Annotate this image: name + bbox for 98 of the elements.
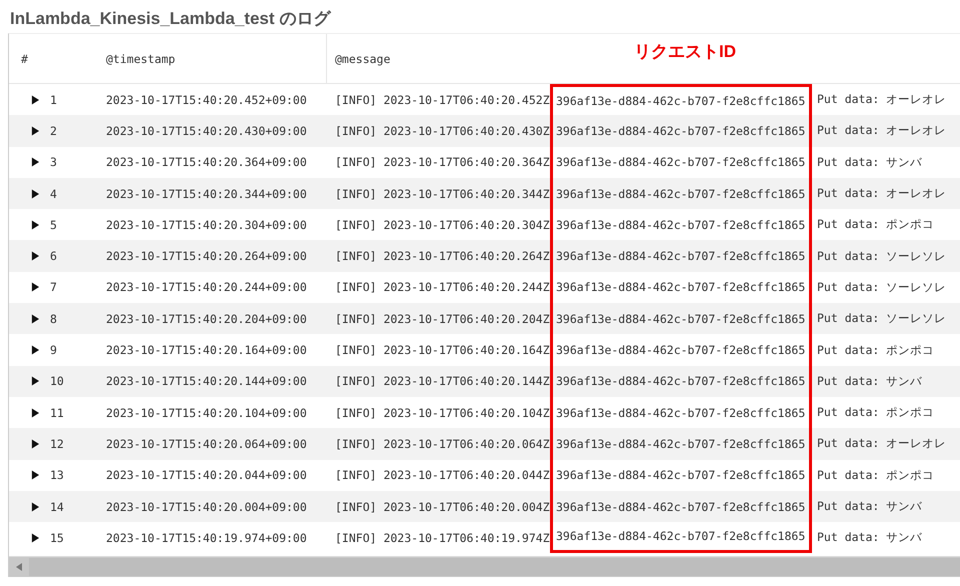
expand-toggle-icon[interactable] <box>31 470 40 480</box>
highlight-label: リクエストID <box>634 41 736 63</box>
expand-toggle-icon[interactable] <box>31 376 40 386</box>
request-id-cell: 396af13e-d884-462c-b707-f2e8cffc1865 <box>556 186 806 201</box>
expand-toggle-icon[interactable] <box>31 94 40 105</box>
timestamp-cell: 2023-10-17T15:40:20.144+09:00 <box>106 374 307 388</box>
column-header: # <box>21 52 28 66</box>
message-prefix: [INFO] 2023-10-17T06:40:20.244Z <box>335 280 550 294</box>
message-data: Put data: ポンポコ <box>817 468 934 482</box>
message-data: Put data: ソーレソレ <box>817 311 946 326</box>
row-number: 10 <box>50 374 64 388</box>
request-id-cell: 396af13e-d884-462c-b707-f2e8cffc1865 <box>556 249 806 264</box>
column-header: @message <box>335 52 390 66</box>
message-data: Put data: ソーレソレ <box>817 280 946 294</box>
request-id-cell: 396af13e-d884-462c-b707-f2e8cffc1865 <box>556 374 806 388</box>
expand-toggle-icon[interactable] <box>31 188 40 199</box>
message-prefix: [INFO] 2023-10-17T06:40:20.204Z <box>335 312 550 326</box>
page-title: InLambda_Kinesis_Lambda_test のログ <box>9 8 332 30</box>
expand-toggle-icon[interactable] <box>31 438 40 449</box>
message-prefix: [INFO] 2023-10-17T06:40:20.164Z <box>335 343 550 358</box>
timestamp-cell: 2023-10-17T15:40:20.264+09:00 <box>106 249 307 264</box>
request-id-cell: 396af13e-d884-462c-b707-f2e8cffc1865 <box>556 343 806 358</box>
expand-toggle-icon[interactable] <box>31 126 40 136</box>
message-data: Put data: オーレオレ <box>817 186 946 200</box>
request-id-cell: 396af13e-d884-462c-b707-f2e8cffc1865 <box>556 468 806 482</box>
message-data: Put data: ソーレソレ <box>817 248 946 263</box>
expand-toggle-icon[interactable] <box>31 157 40 168</box>
expand-toggle-icon[interactable] <box>31 251 40 262</box>
timestamp-cell: 2023-10-17T15:40:20.430+09:00 <box>106 124 307 138</box>
row-number: 7 <box>50 280 57 294</box>
timestamp-cell: 2023-10-17T15:40:20.004+09:00 <box>106 500 307 514</box>
message-prefix: [INFO] 2023-10-17T06:40:20.104Z <box>335 406 550 420</box>
row-number: 2 <box>50 124 57 138</box>
message-data: Put data: サンバ <box>817 154 922 169</box>
timestamp-cell: 2023-10-17T15:40:19.974+09:00 <box>106 530 307 545</box>
timestamp-cell: 2023-10-17T15:40:20.044+09:00 <box>106 468 307 482</box>
row-number: 4 <box>50 186 57 201</box>
message-prefix: [INFO] 2023-10-17T06:40:20.004Z <box>335 500 550 514</box>
timestamp-cell: 2023-10-17T15:40:20.364+09:00 <box>106 155 307 170</box>
expand-toggle-icon[interactable] <box>31 532 40 543</box>
message-prefix: [INFO] 2023-10-17T06:40:20.064Z <box>335 436 550 451</box>
message-data: Put data: ポンポコ <box>817 217 934 232</box>
expand-toggle-icon[interactable] <box>31 314 40 324</box>
request-id-cell: 396af13e-d884-462c-b707-f2e8cffc1865 <box>556 436 806 451</box>
expand-toggle-icon[interactable] <box>31 220 40 230</box>
message-data: Put data: ポンポコ <box>817 342 934 357</box>
message-data: Put data: ポンポコ <box>817 405 934 420</box>
request-id-cell: 396af13e-d884-462c-b707-f2e8cffc1865 <box>556 94 806 108</box>
column-header: @timestamp <box>106 52 176 66</box>
timestamp-cell: 2023-10-17T15:40:20.164+09:00 <box>106 343 307 358</box>
message-prefix: [INFO] 2023-10-17T06:40:20.344Z <box>335 186 550 201</box>
row-number: 11 <box>50 406 64 420</box>
row-number: 14 <box>50 500 64 514</box>
request-id-cell: 396af13e-d884-462c-b707-f2e8cffc1865 <box>556 218 806 232</box>
scroll-left-icon[interactable] <box>16 563 22 572</box>
message-data: Put data: オーレオレ <box>817 92 946 106</box>
expand-toggle-icon[interactable] <box>31 345 40 356</box>
timestamp-cell: 2023-10-17T15:40:20.104+09:00 <box>106 406 307 420</box>
message-prefix: [INFO] 2023-10-17T06:40:20.264Z <box>335 249 550 264</box>
message-data: Put data: オーレオレ <box>817 436 946 450</box>
timestamp-cell: 2023-10-17T15:40:20.304+09:00 <box>106 218 307 232</box>
timestamp-cell: 2023-10-17T15:40:20.204+09:00 <box>106 312 307 326</box>
row-number: 9 <box>50 343 57 358</box>
request-id-cell: 396af13e-d884-462c-b707-f2e8cffc1865 <box>556 500 806 514</box>
message-prefix: [INFO] 2023-10-17T06:40:20.144Z <box>335 374 550 388</box>
message-data: Put data: サンバ <box>817 374 922 388</box>
timestamp-cell: 2023-10-17T15:40:20.344+09:00 <box>106 186 307 201</box>
message-prefix: [INFO] 2023-10-17T06:40:20.430Z <box>335 124 550 138</box>
row-number: 6 <box>50 249 57 264</box>
message-prefix: [INFO] 2023-10-17T06:40:20.364Z <box>335 155 550 170</box>
request-id-cell: 396af13e-d884-462c-b707-f2e8cffc1865 <box>556 155 806 170</box>
request-id-cell: 396af13e-d884-462c-b707-f2e8cffc1865 <box>556 529 806 544</box>
row-number: 8 <box>50 312 57 326</box>
request-id-cell: 396af13e-d884-462c-b707-f2e8cffc1865 <box>556 406 806 420</box>
request-id-cell: 396af13e-d884-462c-b707-f2e8cffc1865 <box>556 280 806 294</box>
row-number: 15 <box>50 530 64 545</box>
timestamp-cell: 2023-10-17T15:40:20.244+09:00 <box>106 280 307 294</box>
row-number: 13 <box>50 468 64 482</box>
row-number: 12 <box>50 436 64 451</box>
request-id-cell: 396af13e-d884-462c-b707-f2e8cffc1865 <box>556 312 806 326</box>
timestamp-cell: 2023-10-17T15:40:20.064+09:00 <box>106 436 307 451</box>
message-data: Put data: オーレオレ <box>817 123 946 138</box>
message-prefix: [INFO] 2023-10-17T06:40:20.304Z <box>335 218 550 232</box>
request-id-cell: 396af13e-d884-462c-b707-f2e8cffc1865 <box>556 124 806 138</box>
row-number: 1 <box>50 92 57 107</box>
message-prefix: [INFO] 2023-10-17T06:40:19.974Z <box>335 530 550 545</box>
row-number: 5 <box>50 218 57 232</box>
scrollbar-thumb[interactable] <box>29 558 960 576</box>
message-prefix: [INFO] 2023-10-17T06:40:20.452Z <box>335 92 550 107</box>
message-prefix: [INFO] 2023-10-17T06:40:20.044Z <box>335 468 550 482</box>
horizontal-scrollbar[interactable] <box>9 556 960 578</box>
row-number: 3 <box>50 155 57 170</box>
message-data: Put data: サンバ <box>817 530 922 544</box>
timestamp-cell: 2023-10-17T15:40:20.452+09:00 <box>106 92 307 107</box>
expand-toggle-icon[interactable] <box>31 502 40 512</box>
expand-toggle-icon[interactable] <box>31 282 40 292</box>
expand-toggle-icon[interactable] <box>31 408 40 418</box>
message-data: Put data: サンバ <box>817 499 922 513</box>
